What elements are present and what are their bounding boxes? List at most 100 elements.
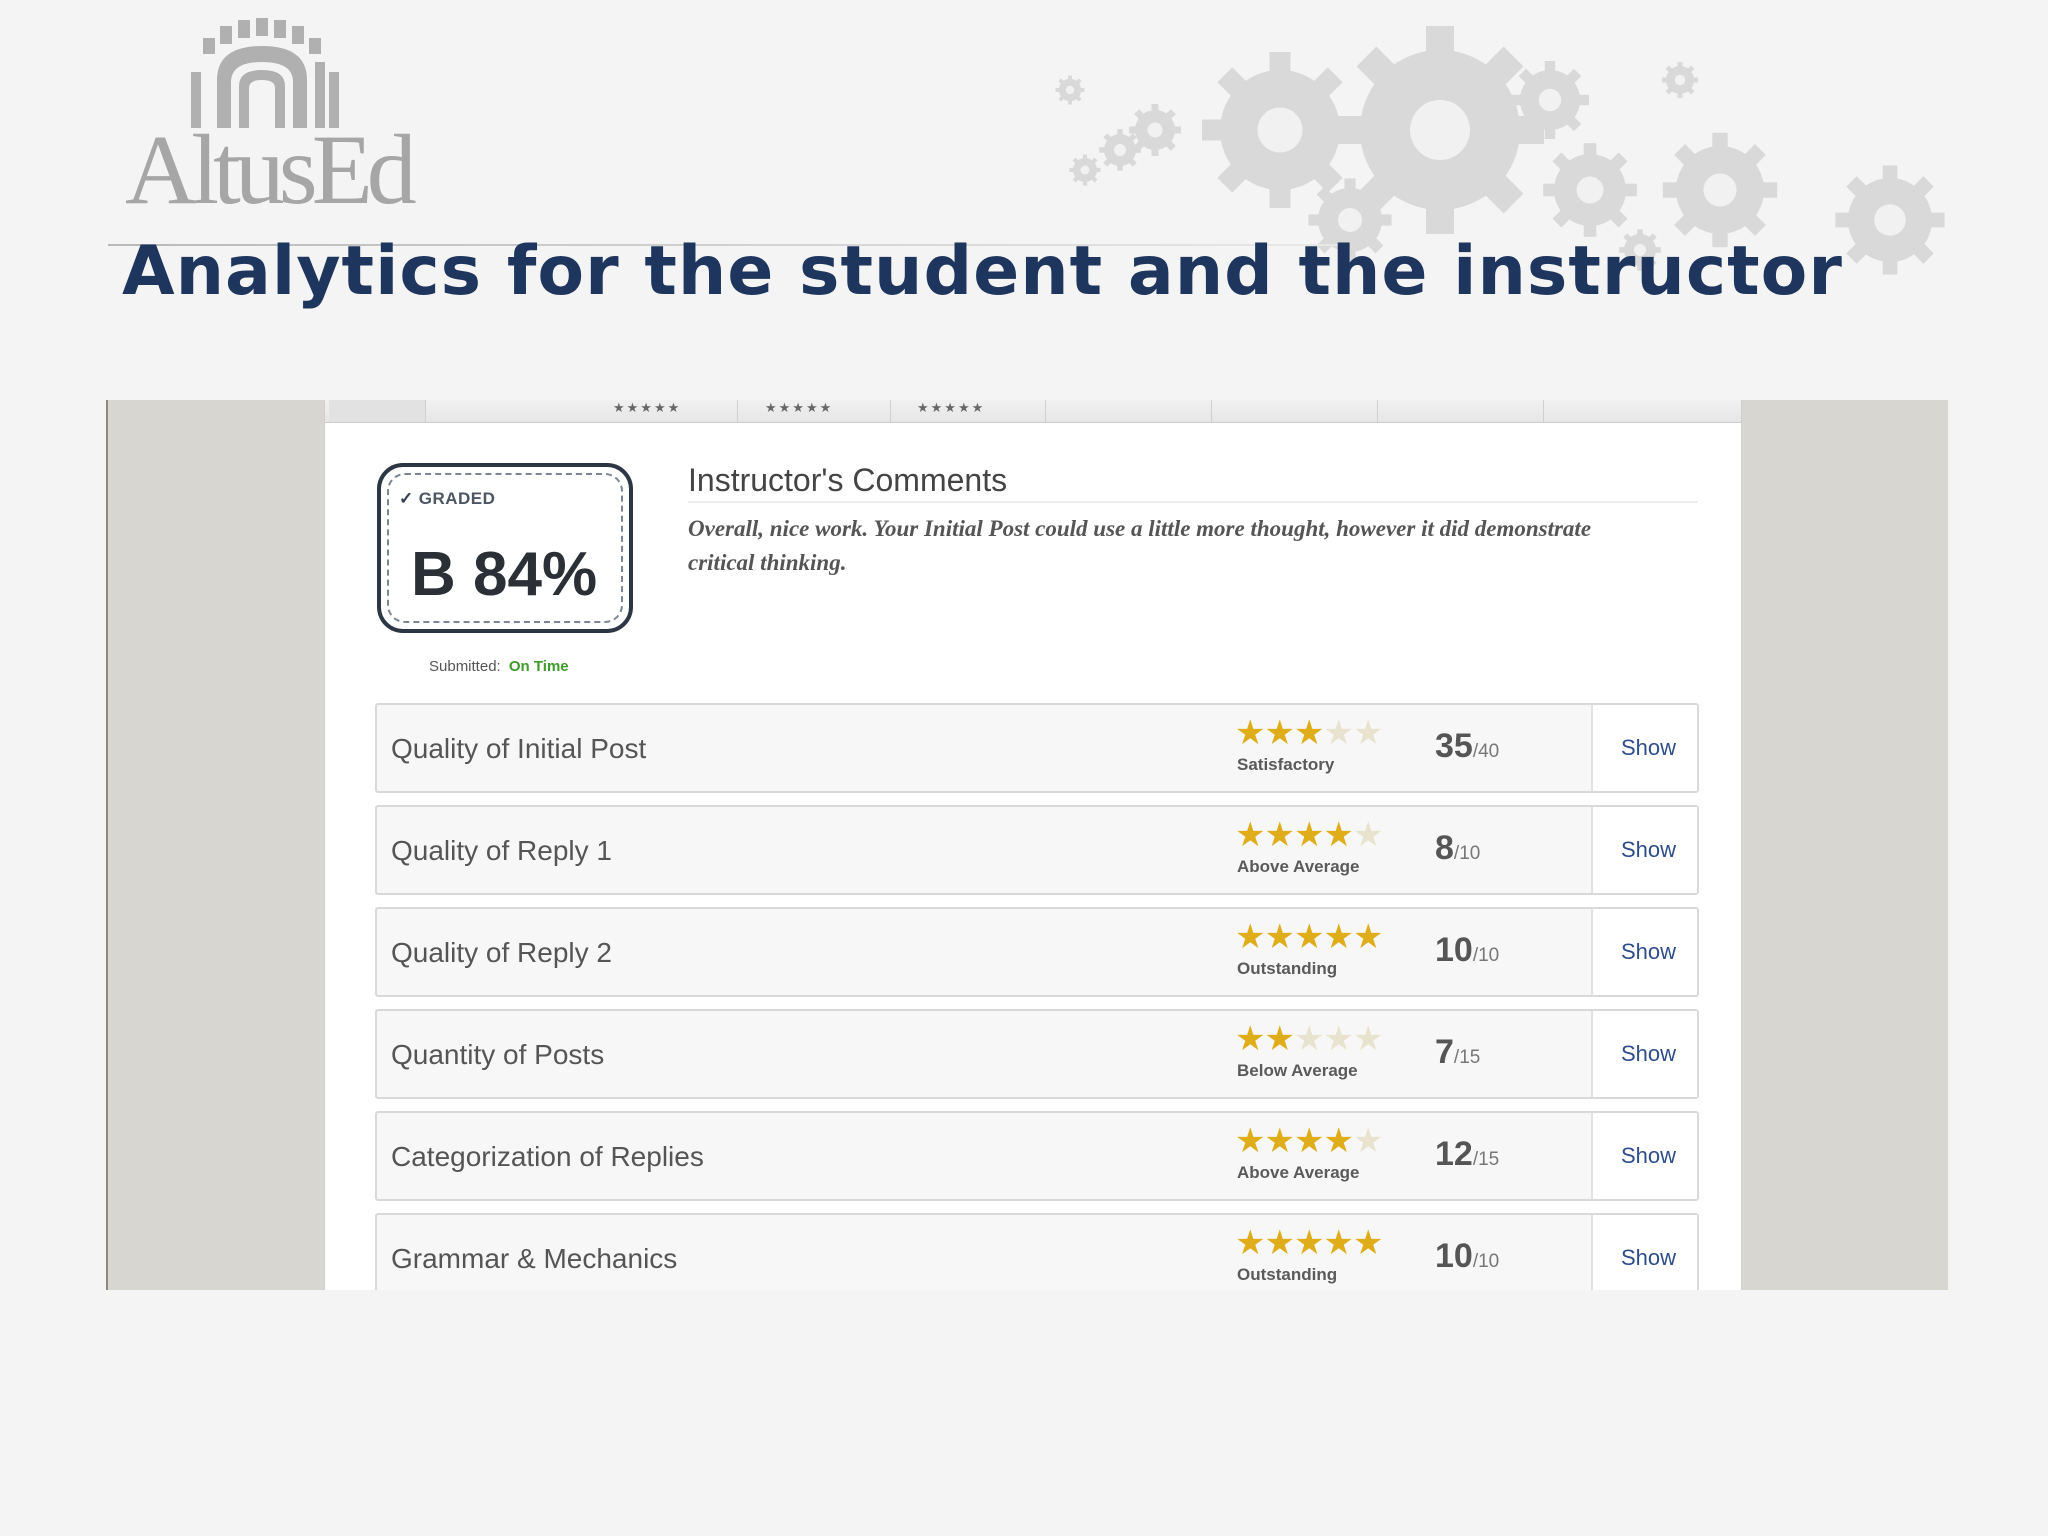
star-filled-icon: ★ <box>1235 1122 1266 1160</box>
tab-notch <box>329 400 426 422</box>
star-filled-icon: ★ <box>1323 1224 1354 1262</box>
mini-stars-2: ★★★★★ <box>765 400 834 415</box>
show-cell: Show <box>1591 807 1697 893</box>
star-rating: ★★★★★ <box>1235 713 1384 753</box>
slide-title: Analytics for the student and the instru… <box>122 232 1843 311</box>
score: 35/40 <box>1435 727 1499 766</box>
show-cell: Show <box>1591 909 1697 995</box>
submitted-label: Submitted: <box>429 658 501 675</box>
star-filled-icon: ★ <box>1323 1122 1354 1160</box>
star-filled-icon: ★ <box>1235 714 1266 752</box>
graded-label: ✓ GRADED <box>399 489 496 508</box>
show-details-link[interactable]: Show <box>1621 1245 1676 1271</box>
rating-label: Above Average <box>1237 1163 1360 1182</box>
graded-stamp: ✓ GRADED B 84% <box>377 463 633 633</box>
star-rating: ★★★★★ <box>1235 1223 1383 1263</box>
score-max: /10 <box>1472 945 1500 966</box>
show-details-link[interactable]: Show <box>1621 837 1676 863</box>
score: 10/10 <box>1435 931 1499 970</box>
grade-value: B 84% <box>411 540 598 609</box>
criterion-label: Quality of Reply 2 <box>391 937 612 968</box>
star-rating: ★★★★★ <box>1235 917 1384 957</box>
svg-text:AltusEd: AltusEd <box>125 114 416 218</box>
rating-label: Below Average <box>1237 1061 1358 1080</box>
star-filled-icon: ★ <box>1293 1224 1325 1262</box>
score-value: 12 <box>1435 1135 1473 1173</box>
show-details-link[interactable]: Show <box>1621 939 1676 965</box>
criterion-label: Grammar & Mechanics <box>391 1243 678 1274</box>
star-filled-icon: ★ <box>1264 1224 1295 1262</box>
star-empty-icon: ★ <box>1293 1020 1325 1058</box>
on-time-badge: On Time <box>508 658 569 675</box>
score: 12/15 <box>1435 1135 1499 1174</box>
score-value: 10 <box>1435 1237 1473 1275</box>
criterion-label: Quality of Initial Post <box>391 733 647 764</box>
rating-label: Outstanding <box>1237 1265 1338 1284</box>
mini-stars-3: ★★★★★ <box>917 400 986 415</box>
screenshot-panel: ★★★★★ ★★★★★ ★★★★★ ✓ GRADED B 84% Submitte… <box>106 400 1948 1290</box>
grading-page: ★★★★★ ★★★★★ ★★★★★ ✓ GRADED B 84% Submitte… <box>324 400 1742 1290</box>
show-cell: Show <box>1591 705 1697 791</box>
star-filled-icon: ★ <box>1293 1122 1325 1160</box>
cropped-toolbar: ★★★★★ ★★★★★ ★★★★★ <box>325 400 1741 423</box>
criterion-label: Quality of Reply 1 <box>391 835 612 866</box>
submission-status: Submitted: On Time <box>429 658 569 675</box>
star-empty-icon: ★ <box>1352 714 1384 752</box>
show-details-link[interactable]: Show <box>1621 1041 1676 1067</box>
score: 8/10 <box>1435 829 1480 868</box>
star-empty-icon: ★ <box>1352 1122 1384 1160</box>
score-value: 7 <box>1435 1033 1454 1071</box>
star-empty-icon: ★ <box>1352 816 1384 854</box>
show-details-link[interactable]: Show <box>1621 1143 1676 1169</box>
rating-label: Above Average <box>1237 857 1360 876</box>
score-max: /15 <box>1453 1047 1481 1068</box>
rating-label: Satisfactory <box>1237 755 1335 774</box>
score-value: 35 <box>1435 727 1473 765</box>
star-rating: ★★★★★ <box>1235 1019 1384 1059</box>
star-filled-icon: ★ <box>1264 714 1295 752</box>
score-max: /15 <box>1472 1149 1500 1170</box>
star-empty-icon: ★ <box>1323 714 1354 752</box>
star-filled-icon: ★ <box>1235 918 1266 956</box>
star-filled-icon: ★ <box>1235 1224 1266 1262</box>
criterion-label: Categorization of Replies <box>391 1141 704 1172</box>
check-icon: ✓ <box>399 489 414 508</box>
star-rating: ★★★★★ <box>1235 1121 1384 1161</box>
star-filled-icon: ★ <box>1352 918 1384 956</box>
star-filled-icon: ★ <box>1235 1020 1266 1058</box>
score-max: /10 <box>1472 1251 1500 1272</box>
mini-stars-1: ★★★★★ <box>613 400 682 415</box>
rubric-row: Quality of Reply 2 ★★★★★ Outstanding 10/10 S… <box>375 907 1699 997</box>
star-filled-icon: ★ <box>1293 918 1325 956</box>
criterion-label: Quantity of Posts <box>391 1039 605 1070</box>
comments-divider <box>688 501 1698 503</box>
altused-logo: AltusEd <box>125 18 525 218</box>
star-filled-icon: ★ <box>1323 918 1354 956</box>
rubric-row: Quality of Initial Post ★★★★★ Satisfactory… <box>375 703 1699 793</box>
score: 7/15 <box>1435 1033 1480 1072</box>
show-cell: Show <box>1591 1215 1697 1290</box>
score-max: /40 <box>1472 741 1500 762</box>
rubric-row: Quality of Reply 1 ★★★★★ Above Average 8/10… <box>375 805 1699 895</box>
star-filled-icon: ★ <box>1323 816 1354 854</box>
rubric-table: Quality of Initial Post ★★★★★ Satisfactory… <box>375 703 1699 1290</box>
score-value: 10 <box>1435 931 1473 969</box>
comments-heading: Instructor's Comments <box>688 462 1008 498</box>
star-filled-icon: ★ <box>1264 918 1295 956</box>
star-filled-icon: ★ <box>1235 816 1266 854</box>
star-filled-icon: ★ <box>1264 1122 1295 1160</box>
star-filled-icon: ★ <box>1293 714 1325 752</box>
star-filled-icon: ★ <box>1264 1020 1295 1058</box>
show-cell: Show <box>1591 1113 1697 1199</box>
rubric-row: Quantity of Posts ★★★★★ Below Average 7/15 S… <box>375 1009 1699 1099</box>
rating-label: Outstanding <box>1237 959 1338 978</box>
star-rating: ★★★★★ <box>1235 815 1384 855</box>
score: 10/10 <box>1435 1237 1499 1276</box>
star-filled-icon: ★ <box>1264 816 1295 854</box>
rubric-row: Categorization of Replies ★★★★★ Above Aver… <box>375 1111 1699 1201</box>
rubric-row: Grammar & Mechanics ★★★★★ Outstanding 10/10… <box>375 1213 1699 1290</box>
star-filled-icon: ★ <box>1293 816 1325 854</box>
star-empty-icon: ★ <box>1323 1020 1354 1058</box>
star-empty-icon: ★ <box>1352 1020 1384 1058</box>
show-details-link[interactable]: Show <box>1621 735 1676 761</box>
